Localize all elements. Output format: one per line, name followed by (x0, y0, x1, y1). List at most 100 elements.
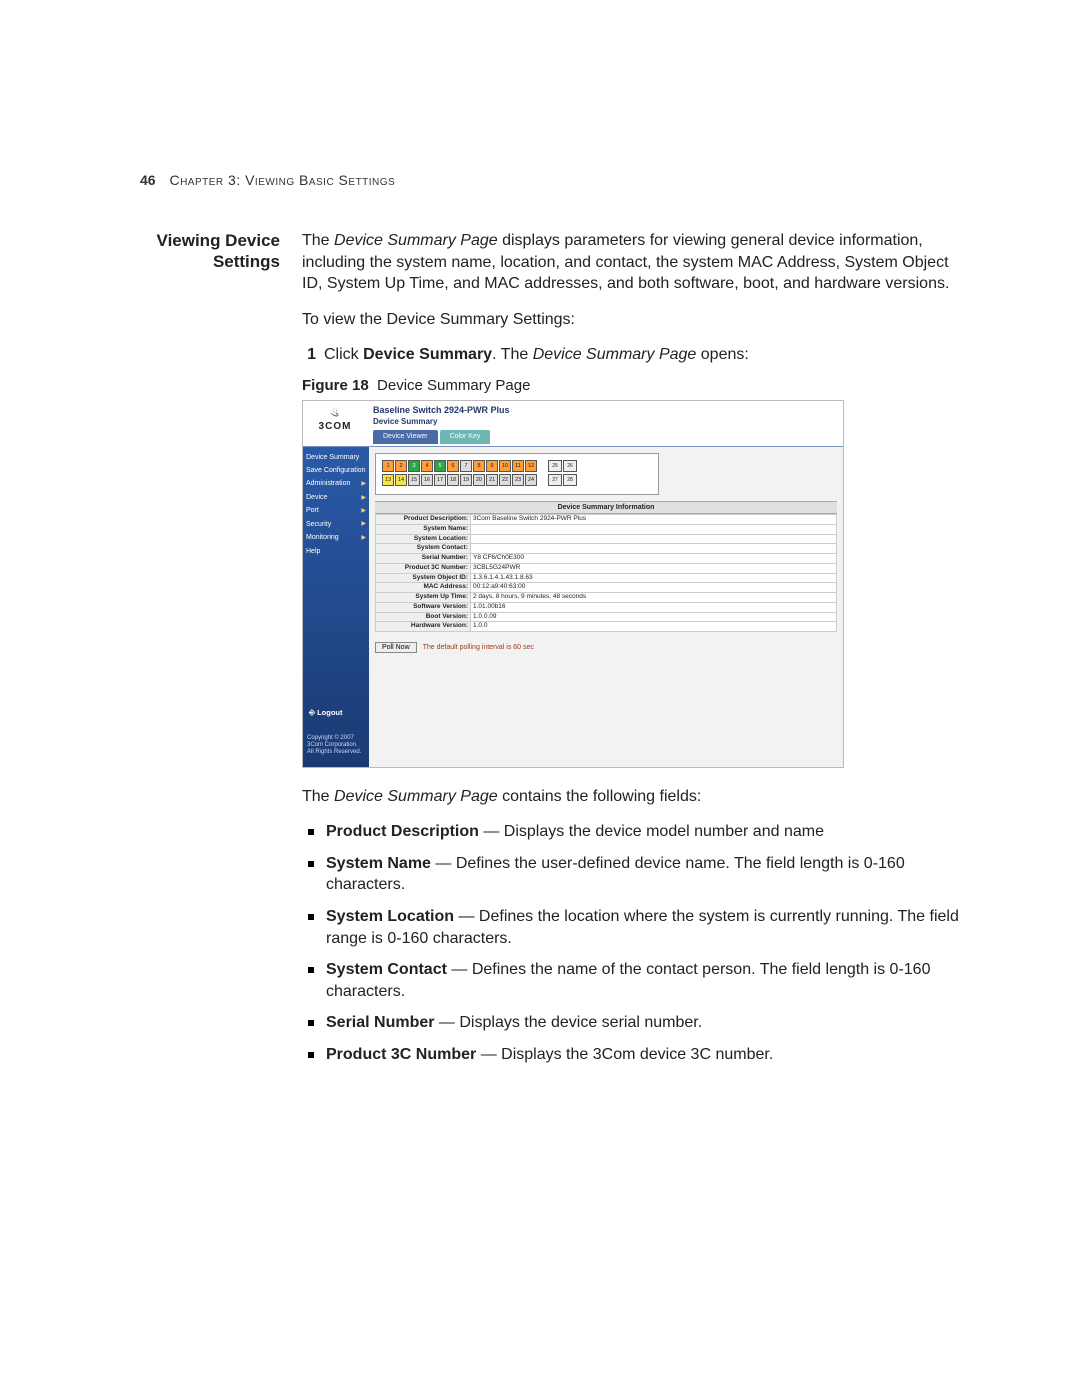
uplink-port-28[interactable]: 28 (563, 474, 577, 486)
nav-item-label: Monitoring (306, 533, 339, 542)
port-14[interactable]: 14 (395, 474, 407, 486)
port-3[interactable]: 3 (408, 460, 420, 472)
port-13[interactable]: 13 (382, 474, 394, 486)
port-19[interactable]: 19 (460, 474, 472, 486)
row-key: System Contact: (376, 544, 471, 554)
nav-item-label: Port (306, 506, 319, 515)
field-name: System Contact (326, 961, 447, 978)
document-page: 46 Chapter 3: Viewing Basic Settings Vie… (0, 0, 1080, 1397)
port-23[interactable]: 23 (512, 474, 524, 486)
nav-item-security[interactable]: Security▶ (306, 518, 366, 531)
field-item: Product 3C Number — Displays the 3Com de… (306, 1044, 960, 1066)
table-row: Hardware Version:1.0.0 (376, 622, 837, 632)
port-17[interactable]: 17 (434, 474, 446, 486)
port-22[interactable]: 22 (499, 474, 511, 486)
row-value: 3Com Baseline Switch 2924-PWR Plus (471, 515, 837, 525)
row-value (471, 534, 837, 544)
port-5[interactable]: 5 (434, 460, 446, 472)
nav-item-help[interactable]: Help (306, 545, 366, 558)
field-desc: — Displays the device serial number. (434, 1014, 702, 1031)
row-value: 1.0.0.09 (471, 612, 837, 622)
chevron-right-icon: ▶ (361, 507, 366, 515)
chevron-right-icon: ▶ (361, 494, 366, 502)
row-value: 1.3.6.1.4.1.43.1.8.63 (471, 573, 837, 583)
uplink-port-27[interactable]: 27 (548, 474, 562, 486)
port-24[interactable]: 24 (525, 474, 537, 486)
port-7[interactable]: 7 (460, 460, 472, 472)
nav-item-monitoring[interactable]: Monitoring ▶ (306, 531, 366, 544)
port-6[interactable]: 6 (447, 460, 459, 472)
port-1[interactable]: 1 (382, 460, 394, 472)
row-key: Software Version: (376, 602, 471, 612)
step-text: Click Device Summary. The Device Summary… (324, 344, 749, 366)
field-name: Serial Number (326, 1014, 434, 1031)
port-15[interactable]: 15 (408, 474, 420, 486)
row-value: 3CBL5G24PWR (471, 563, 837, 573)
field-name: System Location (326, 908, 454, 925)
section-side-heading: Viewing Device Settings (140, 230, 280, 273)
logo-swirl-icon: ུ (305, 405, 365, 420)
field-desc: — Displays the device model number and n… (479, 823, 824, 840)
howto-line: To view the Device Summary Settings: (302, 309, 960, 331)
nav-item-administration[interactable]: Administration ▶ (306, 477, 366, 490)
tab-device-viewer[interactable]: Device Viewer (373, 430, 438, 443)
field-item: System Location — Defines the location w… (306, 906, 960, 949)
side-heading-line: Viewing Device (157, 231, 280, 250)
section-body: The Device Summary Page displays paramet… (302, 230, 960, 1076)
port-20[interactable]: 20 (473, 474, 485, 486)
field-item: Serial Number — Displays the device seri… (306, 1012, 960, 1034)
row-key: System Object ID: (376, 573, 471, 583)
logout-button[interactable]: Logout (309, 708, 343, 718)
row-key: Hardware Version: (376, 622, 471, 632)
table-row: Serial Number:Y8 CF6/Ch0E300 (376, 554, 837, 564)
port-18[interactable]: 18 (447, 474, 459, 486)
row-value: Y8 CF6/Ch0E300 (471, 554, 837, 564)
row-value: 2 days, 8 hours, 9 minutes, 48 seconds (471, 593, 837, 603)
main-panel: 1234567891011122526 13141516171819202122… (369, 447, 843, 767)
chevron-right-icon: ▶ (361, 520, 366, 528)
port-8[interactable]: 8 (473, 460, 485, 472)
table-row: MAC Address:00:12:a9:40:63:00 (376, 583, 837, 593)
tab-color-key[interactable]: Color Key (440, 430, 491, 443)
chevron-right-icon: ▶ (361, 480, 366, 488)
uplink-ports: 2728 (548, 474, 577, 486)
table-row: System Up Time:2 days, 8 hours, 9 minute… (376, 593, 837, 603)
figure-title: Device Summary Page (377, 377, 530, 394)
port-11[interactable]: 11 (512, 460, 524, 472)
page-number: 46 (140, 172, 156, 188)
figure-caption: Figure 18 Device Summary Page (302, 376, 960, 396)
poll-now-button[interactable]: Poll Now (375, 642, 417, 653)
nav-item-port[interactable]: Port ▶ (306, 504, 366, 517)
port-12[interactable]: 12 (525, 460, 537, 472)
figure-device-summary-page: ུ 3COM Baseline Switch 2924-PWR Plus Dev… (302, 400, 844, 767)
row-key: System Location: (376, 534, 471, 544)
row-value: 1.01.00b16 (471, 602, 837, 612)
row-value: 00:12:a9:40:63:00 (471, 583, 837, 593)
uplink-port-25[interactable]: 25 (548, 460, 562, 472)
nav-item-device-summary[interactable]: Device Summary (306, 451, 366, 464)
table-row: System Name: (376, 524, 837, 534)
row-value (471, 544, 837, 554)
table-row: System Location: (376, 534, 837, 544)
port-21[interactable]: 21 (486, 474, 498, 486)
table-row: Software Version:1.01.00b16 (376, 602, 837, 612)
row-value: 1.0.0 (471, 622, 837, 632)
port-9[interactable]: 9 (486, 460, 498, 472)
intro-emphasis: Device Summary Page (334, 232, 498, 249)
header-tabs: Device Viewer Color Key (373, 430, 837, 443)
field-list: Product Description — Displays the devic… (302, 821, 960, 1065)
nav-item-label: Device Summary (306, 453, 359, 462)
nav-item-device[interactable]: Device▶ (306, 491, 366, 504)
step-1: 1 Click Device Summary. The Device Summa… (302, 344, 960, 366)
nav-item-save-configuration[interactable]: Save Configuration (306, 464, 366, 477)
figure-label: Figure 18 (302, 377, 369, 394)
uplink-port-26[interactable]: 26 (563, 460, 577, 472)
port-16[interactable]: 16 (421, 474, 433, 486)
nav-item-label: Administration (306, 479, 350, 488)
port-10[interactable]: 10 (499, 460, 511, 472)
port-2[interactable]: 2 (395, 460, 407, 472)
field-name: Product Description (326, 823, 479, 840)
port-4[interactable]: 4 (421, 460, 433, 472)
post-figure-emphasis: Device Summary Page (334, 788, 498, 805)
chevron-right-icon: ▶ (361, 534, 366, 542)
